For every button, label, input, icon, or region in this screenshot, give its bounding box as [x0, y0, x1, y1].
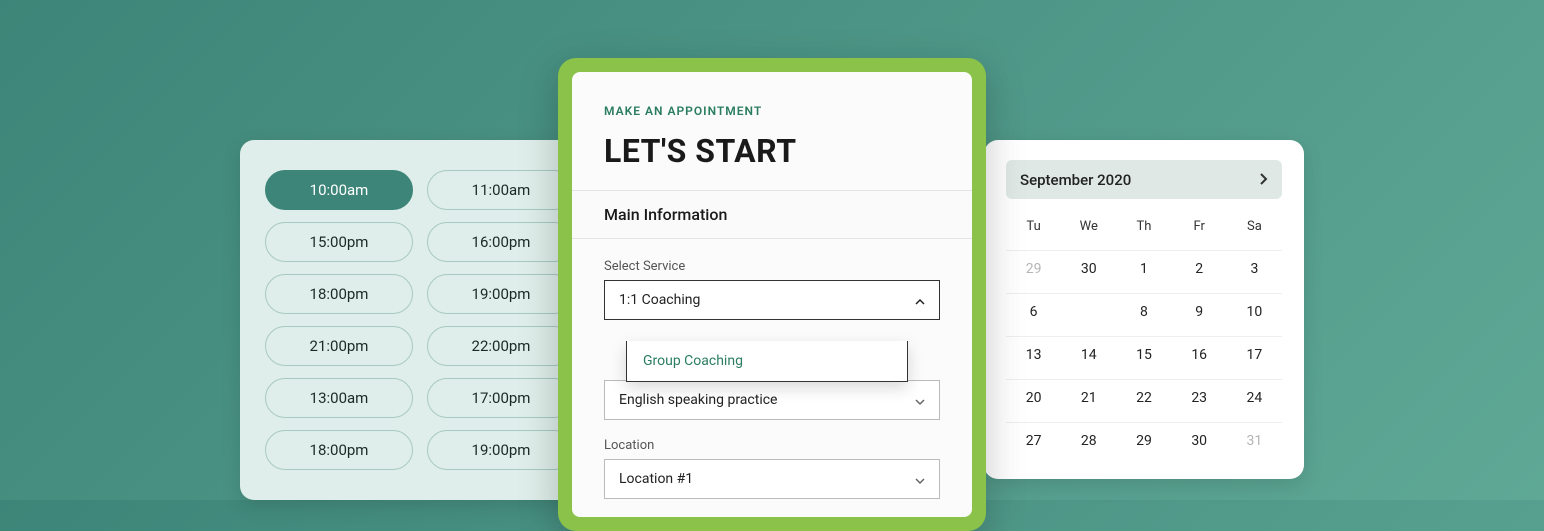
calendar-day[interactable]: 17 — [1227, 336, 1282, 373]
calendar-day[interactable]: 8 — [1116, 293, 1171, 330]
chevron-up-icon — [915, 295, 925, 305]
chevron-down-icon — [915, 474, 925, 484]
calendar-day[interactable]: 30 — [1061, 250, 1116, 287]
calendar-dow: Sa — [1227, 213, 1282, 244]
calendar-day[interactable]: 20 — [1006, 379, 1061, 416]
time-slot[interactable]: 21:00pm — [265, 326, 413, 366]
section-header: Main Information — [572, 190, 972, 239]
calendar-month-label: September 2020 — [1020, 171, 1131, 189]
calendar-day[interactable]: 30 — [1172, 422, 1227, 459]
location-select-value: Location #1 — [619, 471, 693, 487]
calendar-day[interactable]: 22 — [1116, 379, 1171, 416]
service-select-value: 1:1 Coaching — [619, 292, 700, 308]
time-slot[interactable]: 13:00am — [265, 378, 413, 418]
time-slot[interactable]: 19:00pm — [427, 430, 575, 470]
time-slot[interactable]: 17:00pm — [427, 378, 575, 418]
location-label: Location — [604, 438, 940, 453]
time-slot[interactable]: 18:00pm — [265, 274, 413, 314]
calendar-day[interactable]: 28 — [1061, 422, 1116, 459]
calendar-day[interactable]: 14 — [1061, 336, 1116, 373]
calendar-panel: September 2020 TuWeThFrSa293012367891013… — [984, 140, 1304, 479]
timeslots-panel: 10:00am 11:00am 15:00pm 16:00pm 18:00pm 19:00… — [240, 140, 600, 500]
practice-select-value: English speaking practice — [619, 392, 777, 408]
calendar-day[interactable]: 9 — [1172, 293, 1227, 330]
calendar-header: September 2020 — [1006, 160, 1282, 199]
calendar-day[interactable]: 29 — [1006, 250, 1061, 287]
time-slot[interactable]: 18:00pm — [265, 430, 413, 470]
calendar-day[interactable]: 3 — [1227, 250, 1282, 287]
service-label: Select Service — [604, 259, 940, 274]
modal-eyebrow: MAKE AN APPOINTMENT — [604, 104, 940, 118]
time-slot[interactable]: 10:00am — [265, 170, 413, 210]
calendar-day[interactable]: 10 — [1227, 293, 1282, 330]
calendar-day[interactable]: 24 — [1227, 379, 1282, 416]
practice-select[interactable]: English speaking practice — [604, 380, 940, 420]
calendar-dow: Tu — [1006, 213, 1061, 244]
calendar-dow: We — [1061, 213, 1116, 244]
calendar-day[interactable]: 29 — [1116, 422, 1171, 459]
appointment-modal: MAKE AN APPOINTMENT LET'S START Main Inf… — [558, 58, 986, 531]
calendar-day[interactable]: 6 — [1006, 293, 1061, 330]
calendar-day[interactable]: 13 — [1006, 336, 1061, 373]
chevron-down-icon — [915, 395, 925, 405]
calendar-day[interactable]: 1 — [1116, 250, 1171, 287]
calendar-day[interactable]: 16 — [1172, 336, 1227, 373]
time-slot[interactable]: 11:00am — [427, 170, 575, 210]
time-slot[interactable]: 19:00pm — [427, 274, 575, 314]
calendar-day[interactable]: 23 — [1172, 379, 1227, 416]
calendar-day[interactable]: 31 — [1227, 422, 1282, 459]
calendar-day[interactable]: 2 — [1172, 250, 1227, 287]
modal-title: LET'S START — [604, 132, 940, 170]
service-dropdown: Group Coaching — [626, 341, 908, 382]
location-select[interactable]: Location #1 — [604, 459, 940, 499]
calendar-day[interactable]: 7 — [1061, 293, 1116, 330]
time-slot[interactable]: 22:00pm — [427, 326, 575, 366]
calendar-day[interactable]: 21 — [1061, 379, 1116, 416]
calendar-next-button[interactable] — [1260, 170, 1268, 189]
time-slot[interactable]: 15:00pm — [265, 222, 413, 262]
calendar-day[interactable]: 15 — [1116, 336, 1171, 373]
service-option-group-coaching[interactable]: Group Coaching — [627, 341, 907, 381]
calendar-dow: Th — [1116, 213, 1171, 244]
calendar-dow: Fr — [1172, 213, 1227, 244]
time-slot[interactable]: 16:00pm — [427, 222, 575, 262]
service-select[interactable]: 1:1 Coaching — [604, 280, 940, 320]
calendar-day[interactable]: 27 — [1006, 422, 1061, 459]
